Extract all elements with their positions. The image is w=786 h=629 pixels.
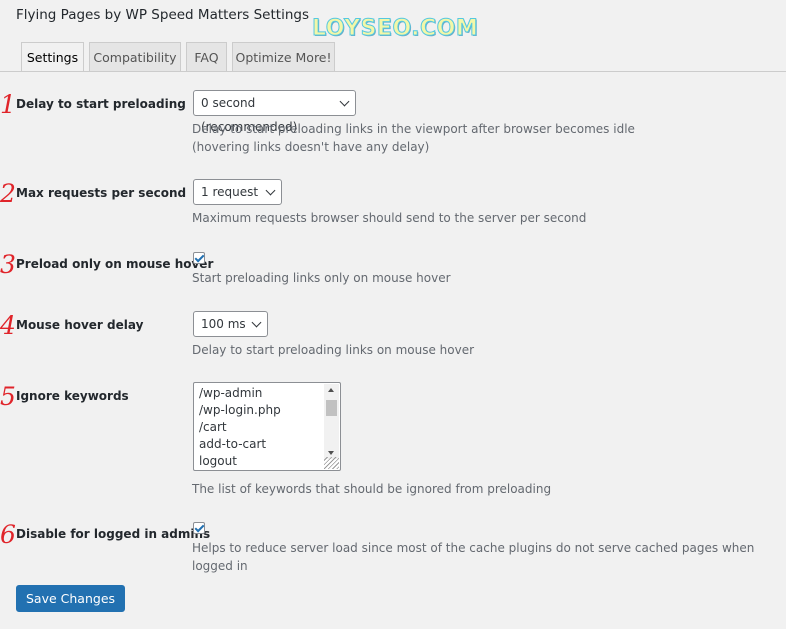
textarea-line: /wp-login.php [199, 403, 281, 417]
disable-admins-checkbox[interactable] [193, 522, 205, 534]
chevron-down-icon [339, 96, 350, 107]
annotation-number: 6 [0, 520, 16, 549]
select-value: 1 request [201, 185, 259, 199]
save-changes-button[interactable]: Save Changes [16, 585, 126, 612]
ignore-keywords-textarea[interactable]: /wp-admin /wp-login.php /cart add-to-car… [193, 382, 341, 471]
scroll-down-icon[interactable] [328, 451, 334, 455]
select-value: 100 ms [201, 317, 246, 331]
check-icon [194, 522, 205, 533]
resize-grip-icon[interactable] [324, 457, 339, 469]
textarea-line: /cart [199, 420, 227, 434]
scroll-up-icon[interactable] [328, 388, 334, 392]
tab-settings[interactable]: Settings [21, 42, 84, 72]
setting-description: Maximum requests browser should send to … [192, 211, 587, 225]
chevron-down-icon [265, 185, 276, 196]
annotation-number: 4 [0, 311, 16, 340]
tab-optimize-more[interactable]: Optimize More! [232, 42, 335, 71]
annotation-number: 2 [0, 179, 16, 208]
setting-label: Delay to start preloading [16, 97, 186, 111]
page-title: Flying Pages by WP Speed Matters Setting… [16, 7, 309, 23]
mouse-hover-checkbox[interactable] [193, 252, 205, 264]
chevron-down-icon [251, 317, 262, 328]
delay-select[interactable]: 0 second (recommended) [193, 90, 356, 134]
setting-label: Disable for logged in admins [16, 527, 211, 541]
tabs-divider [0, 71, 786, 72]
textarea-line: add-to-cart [199, 437, 267, 451]
annotation-number: 1 [0, 90, 16, 119]
tab-compatibility[interactable]: Compatibility [89, 42, 181, 71]
check-icon [194, 252, 205, 263]
setting-description: Delay to start preloading links in the v… [192, 122, 635, 154]
hover-delay-select[interactable]: 100 ms [193, 311, 268, 337]
setting-description: Helps to reduce server load since most o… [192, 541, 755, 573]
setting-label: Max requests per second [16, 186, 187, 200]
textarea-line: /wp-admin [199, 386, 263, 400]
textarea-scrollbar[interactable] [324, 384, 339, 459]
setting-description: Delay to start preloading links on mouse… [192, 343, 475, 357]
scroll-thumb[interactable] [326, 400, 337, 416]
setting-label: Ignore keywords [16, 389, 129, 403]
watermark: LOYSEO.COM [311, 16, 479, 42]
textarea-line: logout [199, 454, 237, 468]
setting-description: Start preloading links only on mouse hov… [192, 271, 451, 285]
annotation-number: 5 [0, 382, 16, 411]
setting-label: Mouse hover delay [16, 318, 144, 332]
max-requests-select[interactable]: 1 request [193, 179, 282, 205]
setting-description: The list of keywords that should be igno… [192, 482, 552, 496]
annotation-number: 3 [0, 250, 16, 279]
tab-faq[interactable]: FAQ [186, 42, 227, 71]
setting-label: Preload only on mouse hover [16, 257, 214, 271]
